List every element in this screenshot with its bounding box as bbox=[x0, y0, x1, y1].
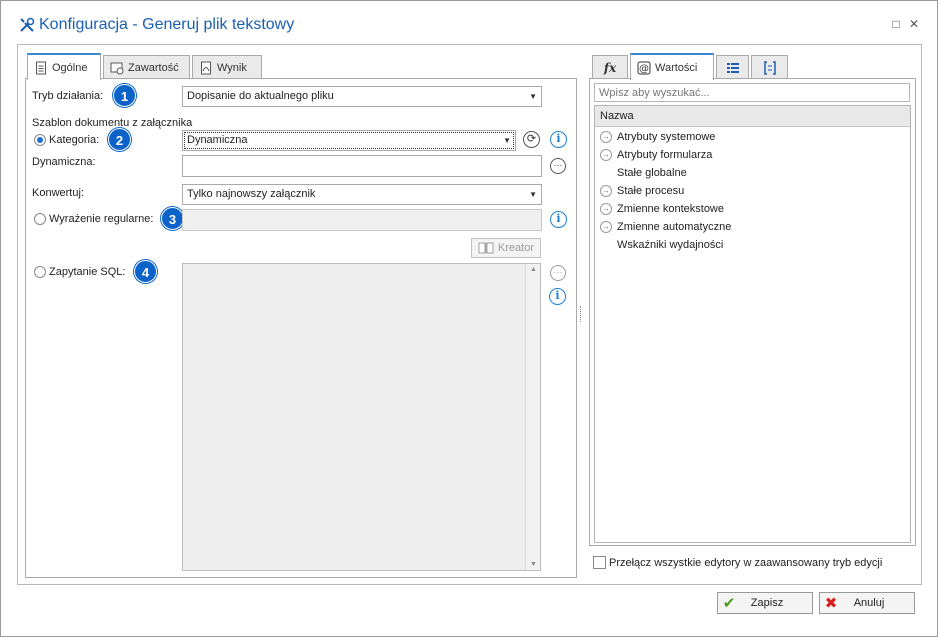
tree-item-system-attributes[interactable]: → Atrybuty systemowe bbox=[595, 128, 910, 146]
values-tree: Nazwa → Atrybuty systemowe → Atrybuty form… bbox=[594, 105, 911, 543]
tree-item-context-variables[interactable]: → Zmienne kontekstowe bbox=[595, 200, 910, 218]
info-icon[interactable]: i bbox=[549, 288, 566, 305]
expand-arrow-icon[interactable]: → bbox=[600, 203, 612, 215]
mode-label: Tryb działania: bbox=[32, 90, 104, 102]
convert-select[interactable]: Tylko najnowszy załącznik ▼ bbox=[182, 184, 542, 205]
category-select-value: Dynamiczna bbox=[187, 134, 248, 146]
sql-label: Zapytanie SQL: bbox=[49, 266, 126, 278]
list-icon bbox=[726, 63, 739, 73]
tools-icon bbox=[20, 17, 35, 32]
tab-general-label: Ogólne bbox=[52, 61, 88, 74]
category-radio[interactable] bbox=[34, 134, 46, 146]
dynamic-label: Dynamiczna: bbox=[32, 156, 96, 168]
dialog-window: Konfiguracja - Generuj plik tekstowy □ ✕… bbox=[0, 0, 938, 637]
bracket-icon bbox=[763, 61, 776, 75]
tab-general[interactable]: Ogólne bbox=[27, 53, 101, 80]
expand-arrow-icon[interactable]: → bbox=[600, 221, 612, 233]
book-icon bbox=[478, 242, 494, 254]
tab-values-label: Wartości bbox=[655, 61, 698, 74]
maximize-button[interactable]: □ bbox=[889, 16, 903, 32]
section-label: Szablon dokumentu z załącznika bbox=[32, 117, 193, 129]
badge-2: 2 bbox=[108, 128, 131, 151]
convert-label: Konwertuj: bbox=[32, 187, 84, 199]
tree-item-label: Atrybuty formularza bbox=[617, 149, 713, 161]
tree-item-global-constants[interactable]: Stałe globalne bbox=[595, 164, 910, 182]
close-button[interactable]: ✕ bbox=[907, 16, 921, 32]
tree-item-process-constants[interactable]: → Stałe procesu bbox=[595, 182, 910, 200]
regex-label: Wyrażenie regularne: bbox=[49, 213, 154, 225]
creator-button[interactable]: Kreator bbox=[471, 238, 541, 258]
advanced-mode-checkbox[interactable] bbox=[593, 556, 606, 569]
tab-content-label: Zawartość bbox=[128, 62, 179, 74]
regex-input[interactable] bbox=[182, 209, 542, 231]
values-search-input[interactable] bbox=[594, 83, 910, 102]
more-options-icon[interactable]: ··· bbox=[550, 158, 566, 174]
window-title: Konfiguracja - Generuj plik tekstowy bbox=[39, 16, 295, 33]
tab-values[interactable]: @ Wartości bbox=[630, 53, 714, 80]
save-button[interactable]: ✔ Zapisz bbox=[717, 592, 813, 614]
category-label: Kategoria: bbox=[49, 134, 100, 146]
svg-text:@: @ bbox=[639, 63, 649, 74]
expand-arrow-icon[interactable]: → bbox=[600, 131, 612, 143]
category-select[interactable]: Dynamiczna ▼ bbox=[182, 130, 516, 151]
tree-item-label: Stałe globalne bbox=[617, 167, 687, 179]
tab-functions[interactable]: fx bbox=[592, 55, 628, 80]
badge-3: 3 bbox=[161, 207, 184, 230]
sql-radio[interactable] bbox=[34, 266, 46, 278]
title-bar: Konfiguracja - Generuj plik tekstowy □ ✕ bbox=[1, 1, 937, 49]
tab-list[interactable] bbox=[716, 55, 749, 80]
sql-scrollbar[interactable]: ▲ ▼ bbox=[525, 264, 540, 570]
tree-item-label: Wskaźniki wydajności bbox=[617, 239, 724, 251]
badge-4: 4 bbox=[134, 260, 157, 283]
regex-radio[interactable] bbox=[34, 213, 46, 225]
scroll-down-icon[interactable]: ▼ bbox=[530, 561, 537, 568]
document-icon bbox=[36, 61, 46, 74]
expand-arrow-icon[interactable]: → bbox=[600, 149, 612, 161]
mode-select-value: Dopisanie do aktualnego pliku bbox=[187, 90, 334, 102]
panel-splitter[interactable] bbox=[580, 306, 582, 322]
scroll-up-icon[interactable]: ▲ bbox=[530, 266, 537, 273]
cancel-x-icon: ✖ bbox=[824, 595, 838, 612]
badge-1: 1 bbox=[113, 84, 136, 107]
sql-textarea[interactable]: ▲ ▼ bbox=[182, 263, 541, 571]
refresh-icon[interactable]: ⟳ bbox=[523, 131, 540, 148]
checkmark-icon: ✔ bbox=[722, 595, 736, 612]
expand-arrow-icon[interactable]: → bbox=[600, 185, 612, 197]
more-options-icon[interactable]: ··· bbox=[550, 265, 566, 281]
tree-item-label: Stałe procesu bbox=[617, 185, 685, 197]
cancel-button[interactable]: ✖ Anuluj bbox=[819, 592, 915, 614]
tab-result-label: Wynik bbox=[217, 62, 247, 74]
tab-content[interactable]: Zawartość bbox=[103, 55, 190, 80]
content-settings-icon bbox=[110, 62, 124, 75]
advanced-mode-label: Przełącz wszystkie edytory w zaawansowan… bbox=[609, 557, 883, 569]
convert-select-value: Tylko najnowszy załącznik bbox=[187, 188, 316, 200]
creator-label: Kreator bbox=[497, 242, 534, 254]
info-icon[interactable]: i bbox=[550, 211, 567, 228]
tree-item-label: Atrybuty systemowe bbox=[617, 131, 716, 143]
tree-item-label: Zmienne kontekstowe bbox=[617, 203, 724, 215]
pdf-result-icon bbox=[201, 61, 211, 75]
tree-item-automatic-variables[interactable]: → Zmienne automatyczne bbox=[595, 218, 910, 236]
tree-item-label: Zmienne automatyczne bbox=[617, 221, 732, 233]
tab-brackets[interactable] bbox=[751, 55, 788, 80]
tab-result[interactable]: Wynik bbox=[192, 55, 262, 80]
chevron-down-icon: ▼ bbox=[529, 190, 537, 199]
info-icon[interactable]: i bbox=[550, 131, 567, 148]
mode-select[interactable]: Dopisanie do aktualnego pliku ▼ bbox=[182, 86, 542, 107]
values-icon: @ bbox=[637, 61, 651, 74]
function-icon: fx bbox=[603, 61, 617, 75]
column-header-name[interactable]: Nazwa bbox=[595, 106, 910, 127]
tree-item-form-attributes[interactable]: → Atrybuty formularza bbox=[595, 146, 910, 164]
chevron-down-icon: ▼ bbox=[503, 136, 511, 145]
save-label: Zapisz bbox=[750, 597, 784, 609]
cancel-label: Anuluj bbox=[853, 597, 885, 609]
tree-item-performance-indicators[interactable]: Wskaźniki wydajności bbox=[595, 236, 910, 254]
chevron-down-icon: ▼ bbox=[529, 92, 537, 101]
dynamic-input[interactable] bbox=[182, 155, 542, 177]
